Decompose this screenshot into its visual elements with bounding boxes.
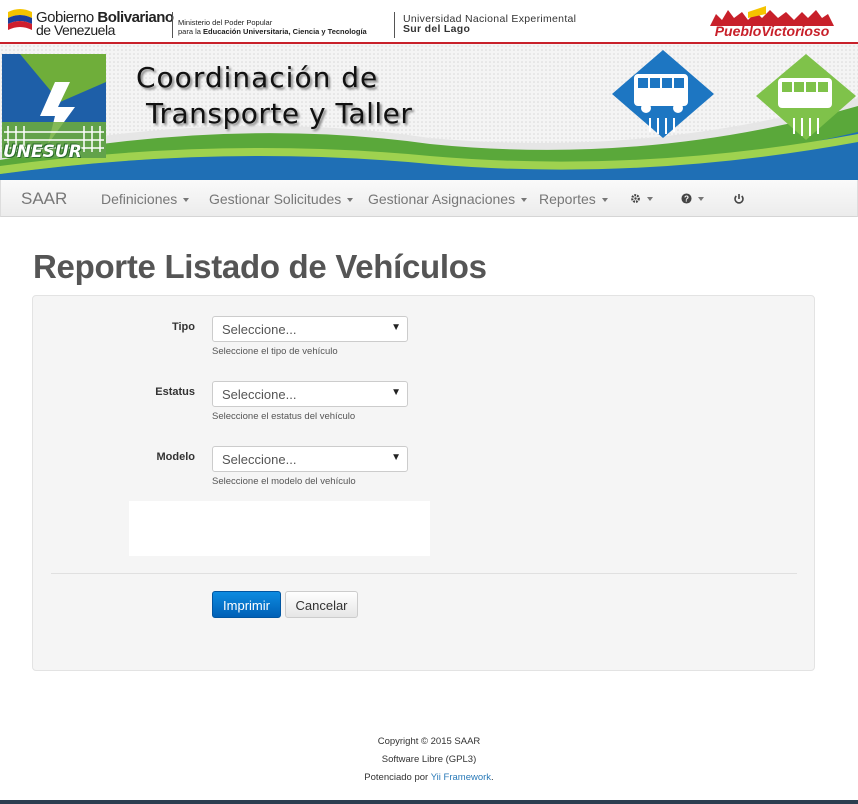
university-text: Universidad Nacional Experimental Sur de… [403,13,577,35]
divider [172,12,173,38]
bus-green-icon [756,54,856,140]
help-icon: ? [681,193,692,204]
menu-reportes[interactable]: Reportes [539,191,608,207]
estatus-label: Estatus [155,386,195,398]
modelo-select[interactable]: Seleccione... ▼ [212,446,408,472]
page-title: Reporte Listado de Vehículos [33,248,487,285]
dropdown-arrow-icon: ▼ [391,387,401,398]
estatus-hint: Seleccione el estatus del vehículo [212,411,356,422]
powered-prefix: Potenciado por [364,772,429,783]
print-button[interactable]: Imprimir [212,591,281,618]
power-icon [734,193,744,204]
estatus-select-value: Seleccione... [222,387,297,402]
cancel-button[interactable]: Cancelar [285,591,358,618]
svg-text:?: ? [684,194,689,203]
caret-down-icon [183,198,190,203]
gear-icon [631,194,640,203]
modelo-select-value: Seleccione... [222,452,297,467]
window-frame-bottom [0,800,858,804]
main-navbar: SAAR Definiciones Gestionar Solicitudes … [0,180,858,217]
modelo-hint: Seleccione el modelo del vehículo [212,476,356,487]
unesur-logo-text: UNESUR [3,142,82,162]
divider [394,12,395,38]
menu-label: Definiciones [101,191,178,207]
powered-by: Potenciado por Yii Framework. [0,769,858,787]
government-header: Gobierno Bolivariano de Venezuela Minist… [0,0,858,44]
menu-definiciones[interactable]: Definiciones [101,191,190,207]
banner-title-line2: Transporte y Taller [146,97,413,130]
menu-label: Reportes [539,191,596,207]
venezuela-shield-icon [8,9,32,30]
gobierno-bolivariano-text: Gobierno Bolivariano de Venezuela [36,9,174,38]
menu-label: Gestionar Solicitudes [209,191,342,207]
caret-down-icon [601,198,608,203]
menu-gestionar-asignaciones[interactable]: Gestionar Asignaciones [368,191,528,207]
logout-button[interactable] [733,190,745,205]
help-menu[interactable]: ? [681,190,704,205]
modelo-label: Modelo [156,451,196,463]
tipo-select[interactable]: Seleccione... ▼ [212,316,408,342]
copyright-text: Copyright © 2015 SAAR [377,736,481,747]
caret-down-icon [347,198,354,203]
tipo-label: Tipo [171,321,195,333]
estatus-select[interactable]: Seleccione... ▼ [212,381,408,407]
pueblo-victorioso-text: PuebloVictorioso [715,23,830,38]
caret-down-icon [698,196,704,201]
banner-background [0,44,858,180]
navbar-brand[interactable]: SAAR [21,189,67,209]
tipo-select-value: Seleccione... [222,322,297,337]
menu-label: Gestionar Asignaciones [368,191,516,207]
settings-menu[interactable] [630,190,653,205]
form-divider [51,573,797,574]
banner-title-line1: Coordinación de [136,61,379,94]
footer: Copyright © 2015 SAAR Software Libre (GP… [0,733,858,787]
menu-gestionar-solicitudes[interactable]: Gestionar Solicitudes [209,191,354,207]
caret-down-icon [521,198,528,203]
caret-down-icon [647,196,653,201]
pueblo-victorioso-logo: PuebloVictorioso [710,6,834,38]
bus-icon [612,50,714,138]
ministry-text: Ministerio del Poder Popular para la Edu… [178,18,367,36]
banner: UNESUR Coordinación de Transporte y Tall… [0,44,858,180]
dropdown-arrow-icon: ▼ [391,452,401,463]
yii-framework-link[interactable]: Yii Framework [431,772,491,783]
tipo-hint: Seleccione el tipo de vehículo [212,346,338,357]
report-form: Tipo Seleccione... ▼ Seleccione el tipo … [32,295,815,671]
empty-result-area [129,501,430,556]
dropdown-arrow-icon: ▼ [391,322,401,333]
powered-suffix: . [491,772,494,783]
license-text: Software Libre (GPL3) [381,754,477,765]
